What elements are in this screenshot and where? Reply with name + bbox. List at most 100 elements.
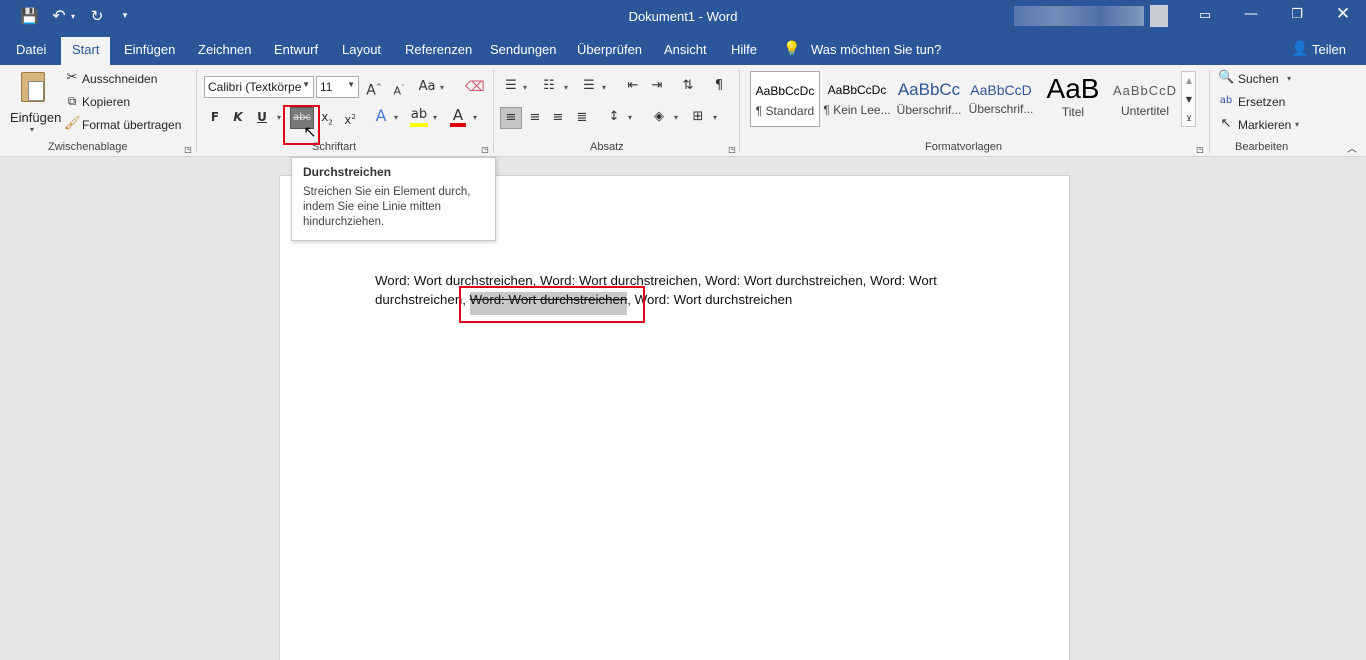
replace-button[interactable]: Ersetzen (1238, 95, 1285, 109)
style-kein-leerraum[interactable]: AaBbCcDc ¶ Kein Lee... (822, 71, 892, 127)
close-icon[interactable]: ✕ (1334, 6, 1352, 23)
multilevel-list-icon[interactable]: ☰ (580, 78, 598, 94)
user-account-blurred[interactable] (1014, 6, 1144, 26)
annotation-highlight-selection (459, 286, 645, 323)
shading-dropdown-icon[interactable]: ▾ (674, 113, 678, 122)
collapse-ribbon-icon[interactable]: ︿ (1345, 142, 1359, 158)
shrink-font-icon[interactable]: Aˇ (391, 80, 407, 100)
clipboard-launcher-icon[interactable]: ◳ (183, 142, 193, 158)
select-dropdown-icon[interactable]: ▾ (1295, 120, 1299, 129)
separator (1209, 69, 1210, 153)
align-center-icon[interactable]: ≡ (527, 110, 543, 126)
paste-dropdown-icon[interactable]: ▾ (30, 125, 34, 134)
format-painter-button[interactable]: Format übertragen (82, 118, 181, 132)
sort-icon[interactable]: ⇅ (679, 78, 697, 94)
multilevel-dropdown-icon[interactable]: ▾ (602, 83, 606, 92)
ribbon-display-options-icon[interactable]: ▭ (1196, 8, 1214, 24)
borders-dropdown-icon[interactable]: ▾ (713, 113, 717, 122)
font-color-dropdown-icon[interactable]: ▾ (473, 113, 477, 122)
font-color-icon[interactable]: A (450, 107, 466, 123)
font-size-value: 11 (320, 80, 333, 94)
style-ueberschrift-1[interactable]: AaBbCc Überschrif... (894, 71, 964, 127)
underline-button[interactable]: U (255, 109, 269, 125)
borders-icon[interactable]: ⊞ (689, 109, 707, 125)
shading-icon[interactable]: ◈ (650, 109, 668, 125)
user-avatar[interactable] (1150, 5, 1168, 27)
styles-more-icon[interactable]: ⊻ (1184, 111, 1194, 127)
underline-dropdown-icon[interactable]: ▾ (277, 113, 281, 122)
undo-dropdown-icon[interactable]: ▾ (69, 9, 77, 25)
show-paragraph-marks-icon[interactable]: ¶ (711, 78, 727, 94)
tooltip-body-line: Streichen Sie ein Element durch, (303, 186, 471, 198)
decrease-indent-icon[interactable]: ⇤ (624, 78, 642, 94)
bullets-icon[interactable]: ☰ (502, 78, 520, 94)
style-standard[interactable]: AaBbCcDc ¶ Standard (750, 71, 820, 127)
share-button[interactable]: Teilen (1312, 42, 1346, 57)
style-name: Untertitel (1120, 104, 1170, 118)
justify-icon[interactable]: ≣ (574, 110, 590, 126)
change-case-icon[interactable]: Aa (418, 79, 436, 95)
font-size-combo[interactable]: 11 ▼ (316, 76, 359, 98)
increase-indent-icon[interactable]: ⇥ (648, 78, 666, 94)
styles-scroll-up-icon[interactable]: ▲ (1184, 73, 1194, 89)
styles-launcher-icon[interactable]: ◳ (1195, 142, 1205, 158)
tab-ansicht[interactable]: Ansicht (664, 42, 707, 57)
highlight-icon[interactable]: ab (410, 107, 428, 123)
subscript-button[interactable]: x2 (319, 109, 335, 130)
line-spacing-icon[interactable]: ↕ (605, 109, 623, 125)
clear-formatting-icon[interactable]: ⌫ (465, 79, 485, 95)
tab-hilfe[interactable]: Hilfe (731, 42, 757, 57)
tab-einfuegen[interactable]: Einfügen (124, 42, 175, 57)
undo-icon[interactable]: ↶ (50, 8, 68, 24)
style-ueberschrift-2[interactable]: AaBbCcD Überschrif... (966, 71, 1036, 127)
paste-button[interactable]: Einfügen ▾ (8, 69, 61, 135)
font-size-dropdown-icon[interactable]: ▼ (347, 80, 355, 89)
bullets-dropdown-icon[interactable]: ▾ (523, 83, 527, 92)
styles-scrollbar[interactable]: ▲ ▼ ⊻ (1181, 71, 1196, 127)
tab-referenzen[interactable]: Referenzen (405, 42, 472, 57)
text-effects-icon[interactable]: A (373, 108, 389, 124)
tab-ueberpruefen[interactable]: Überprüfen (577, 42, 642, 57)
italic-button[interactable]: K (231, 109, 245, 125)
minimize-icon[interactable]: — (1242, 6, 1260, 22)
change-case-dropdown-icon[interactable]: ▾ (440, 83, 444, 92)
tab-layout[interactable]: Layout (342, 42, 381, 57)
text-effects-dropdown-icon[interactable]: ▾ (394, 113, 398, 122)
find-dropdown-icon[interactable]: ▾ (1287, 74, 1291, 83)
tab-entwurf[interactable]: Entwurf (274, 42, 318, 57)
paragraph-launcher-icon[interactable]: ◳ (727, 142, 737, 158)
lightbulb-icon: 💡 (783, 41, 801, 57)
document-text: durchstreichen, (375, 292, 470, 307)
line-spacing-dropdown-icon[interactable]: ▾ (628, 113, 632, 122)
redo-icon[interactable]: ↻ (88, 8, 106, 24)
style-untertitel[interactable]: AaBbCcD Untertitel (1110, 71, 1180, 127)
font-family-combo[interactable]: Calibri (Textkörpe ▼ (204, 76, 314, 98)
highlight-dropdown-icon[interactable]: ▾ (433, 113, 437, 122)
grow-font-icon[interactable]: A^ (366, 79, 382, 99)
save-icon[interactable]: 💾 (20, 8, 39, 24)
styles-scroll-down-icon[interactable]: ▼ (1184, 92, 1194, 108)
select-button[interactable]: Markieren (1238, 118, 1291, 132)
tab-zeichnen[interactable]: Zeichnen (198, 42, 251, 57)
document-page[interactable]: Word: Wort durchstreichen, Word: Wort du… (279, 175, 1070, 660)
cut-button[interactable]: Ausschneiden (82, 72, 157, 86)
tab-start[interactable]: Start (61, 37, 111, 65)
style-titel[interactable]: AaB Titel (1038, 71, 1108, 127)
superscript-button[interactable]: x2 (342, 109, 358, 128)
font-family-dropdown-icon[interactable]: ▼ (302, 80, 310, 89)
bold-button[interactable]: F (208, 109, 222, 125)
customize-quick-access-icon[interactable]: ▾ (120, 8, 130, 24)
tab-sendungen[interactable]: Sendungen (490, 42, 557, 57)
style-preview: AaBbCcD (1112, 83, 1178, 98)
align-right-icon[interactable]: ≡ (550, 110, 566, 126)
numbering-icon[interactable]: ☷ (540, 78, 558, 94)
copy-button[interactable]: Kopieren (82, 95, 130, 109)
numbering-dropdown-icon[interactable]: ▾ (564, 83, 568, 92)
font-launcher-icon[interactable]: ◳ (480, 142, 490, 158)
search-icon: 🔍 (1218, 70, 1235, 85)
find-button[interactable]: Suchen (1238, 72, 1279, 86)
restore-icon[interactable]: ❐ (1288, 7, 1306, 23)
tab-datei[interactable]: Datei (16, 42, 46, 57)
separator (739, 69, 740, 153)
tell-me-search[interactable]: Was möchten Sie tun? (811, 42, 941, 57)
